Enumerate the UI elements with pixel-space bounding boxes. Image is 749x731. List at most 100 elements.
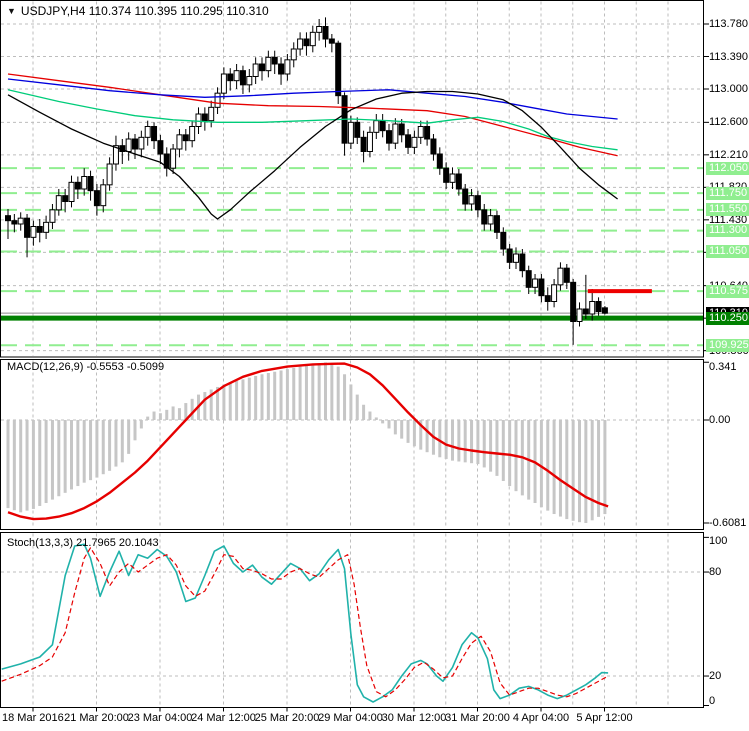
stoch-indicator-label: Stoch(13,3,3) 21.7965 20.1043 [7, 537, 159, 549]
macd-histogram-bar [336, 366, 340, 420]
candle-body [68, 181, 75, 202]
macd-histogram-bar [324, 362, 327, 420]
candle-body [570, 281, 577, 323]
macd-histogram-bar [171, 406, 175, 420]
candle-body [36, 226, 43, 233]
candle-body [176, 134, 183, 150]
candle-body [220, 73, 227, 94]
candle-body [182, 134, 189, 142]
candle-body [424, 126, 431, 140]
macd-histogram-bar [362, 404, 366, 420]
macd-histogram-bar [158, 413, 162, 420]
macd-histogram-bar [89, 420, 93, 481]
candle-body [328, 38, 335, 44]
candle-body [227, 73, 234, 82]
macd-histogram-bar [578, 420, 581, 523]
macd-histogram-bar [330, 363, 334, 420]
candle-body [455, 173, 462, 190]
candle-body [201, 113, 208, 122]
macd-histogram-bar [304, 365, 308, 420]
candle-body [239, 70, 246, 86]
macd-histogram-bar [120, 420, 124, 463]
macd-histogram-bar [457, 420, 461, 462]
macd-histogram-bar [476, 420, 480, 465]
macd-histogram-bar [19, 420, 23, 513]
macd-histogram-bar [266, 372, 270, 420]
macd-histogram-bar [495, 420, 499, 476]
macd-histogram-bar [400, 420, 404, 439]
macd-histogram-bar [406, 420, 410, 443]
macd-histogram-bar [539, 420, 543, 508]
candle-body [532, 278, 539, 288]
candle-body [74, 181, 81, 190]
candle-body [589, 301, 596, 315]
macd-histogram-bar [38, 420, 42, 506]
macd-histogram-bar [355, 394, 359, 420]
candle-body [335, 42, 342, 97]
candle-body [392, 123, 399, 144]
macd-histogram-bar [6, 420, 10, 509]
candle-body [487, 215, 494, 225]
macd-histogram-bar [76, 420, 80, 487]
candle-body [233, 70, 240, 82]
candle-body [474, 195, 481, 211]
candle-body [443, 167, 450, 183]
macd-histogram-bar [368, 411, 372, 420]
candle-body [557, 267, 564, 286]
candle-body [87, 176, 94, 192]
macd-histogram-bar [508, 420, 512, 487]
candle-body [132, 138, 138, 150]
candle-body [106, 163, 113, 186]
macd-histogram-bar [139, 420, 143, 429]
macd-histogram-bar [108, 420, 112, 471]
macd-histogram-bar [12, 420, 16, 511]
candle-body [271, 56, 278, 65]
candle-body [93, 190, 100, 207]
candle-body [462, 188, 469, 205]
candle-body [125, 138, 132, 152]
macd-histogram-bar [552, 420, 556, 515]
macd-histogram-bar [70, 420, 73, 490]
macd-histogram-bar [349, 384, 353, 420]
candle-body [208, 106, 215, 122]
candle-body [411, 136, 418, 148]
macd-histogram-bar [260, 374, 264, 420]
candle-body [563, 267, 570, 283]
candle-body [252, 63, 259, 77]
candle-body [278, 63, 285, 75]
candle-body [303, 38, 310, 47]
candle-body [493, 215, 500, 233]
candle-body [157, 140, 164, 155]
candle-body [309, 31, 316, 47]
candle-body [354, 121, 361, 138]
candle-body [322, 26, 329, 40]
candle-body [55, 195, 62, 211]
macd-histogram-bar [146, 416, 150, 420]
macd-histogram-bar [190, 398, 194, 420]
macd-histogram-bar [470, 420, 474, 464]
macd-histogram-bar [374, 417, 378, 420]
candle-body [189, 126, 196, 142]
chart-title-text: USDJPY,H4 110.374 110.395 110.295 110.31… [20, 4, 269, 18]
candle-body [43, 221, 50, 233]
candle-body [138, 136, 145, 150]
candle-body [436, 153, 443, 169]
macd-histogram-bar [247, 377, 251, 420]
macd-histogram-bar [95, 420, 99, 478]
candle-body [525, 270, 532, 288]
trading-chart-window: 18 Mar 2016 21 Mar 20:00 23 Mar 04:00 24 Ma… [0, 0, 749, 731]
candle-body [366, 131, 373, 152]
chart-menu-arrow-icon[interactable]: ▼ [7, 6, 16, 16]
macd-histogram-bar [285, 369, 289, 420]
macd-histogram-bar [438, 420, 442, 458]
candle-body [417, 126, 424, 138]
macd-histogram-bar [25, 420, 29, 511]
candle-body [576, 308, 583, 322]
macd-histogram-bar [177, 408, 181, 420]
macd-histogram-bar [393, 420, 397, 435]
candle-body [284, 59, 291, 75]
candle-body [373, 120, 380, 133]
macd-histogram-bar [412, 420, 416, 447]
candle-body [297, 38, 304, 50]
candle-body [49, 209, 56, 223]
